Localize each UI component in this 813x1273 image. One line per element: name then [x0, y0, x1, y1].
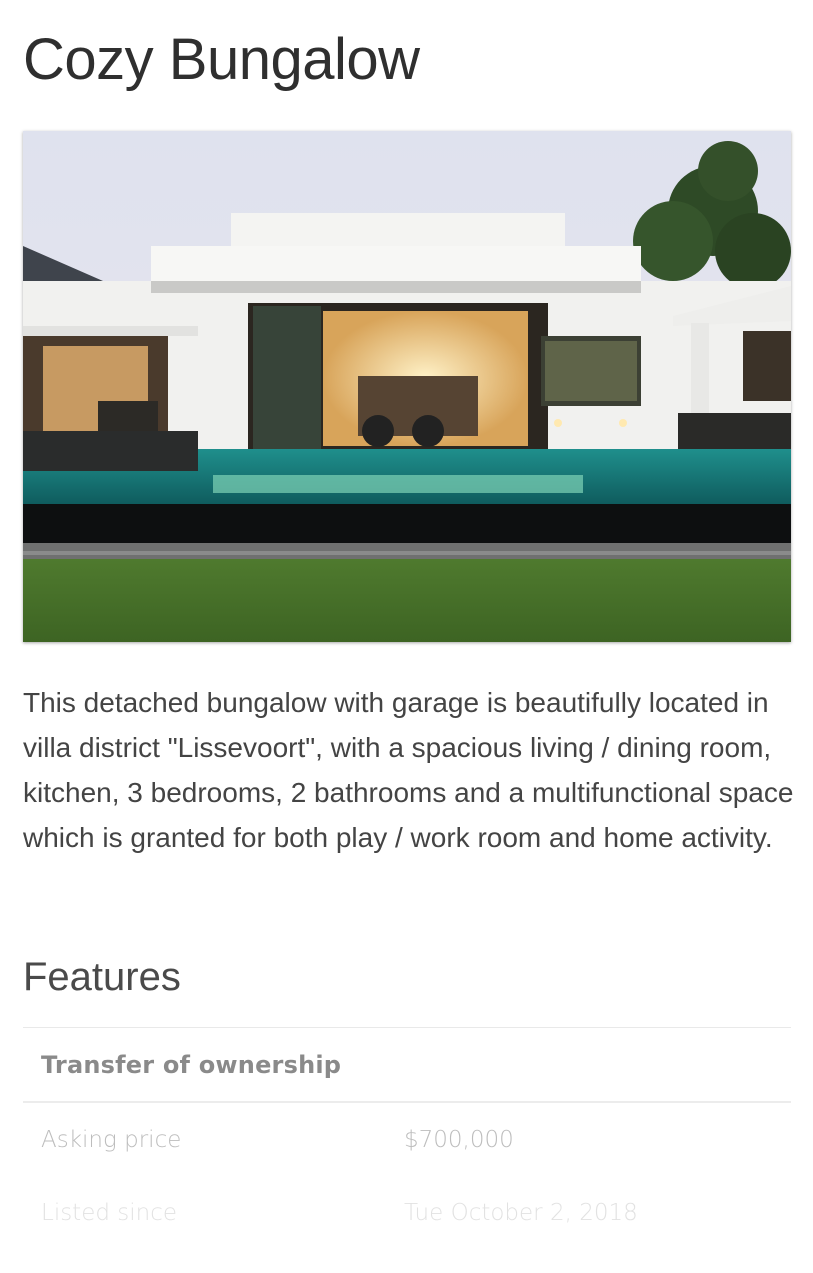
feature-row-listed-since: Listed since Tue October 2, 2018: [23, 1176, 791, 1249]
feature-label: Listed since: [41, 1199, 178, 1226]
features-group-header: Transfer of ownership: [23, 1028, 791, 1103]
feature-label: Asking price: [41, 1126, 182, 1153]
feature-row-asking-price: Asking price $700,000: [23, 1103, 791, 1176]
page-title: Cozy Bungalow: [23, 27, 420, 92]
features-heading: Features: [23, 955, 181, 999]
listing-photo[interactable]: [23, 131, 791, 642]
feature-value: $700,000: [404, 1126, 514, 1153]
listing-description: This detached bungalow with garage is be…: [23, 687, 794, 853]
features-table: Transfer of ownership Asking price $700,…: [23, 1027, 791, 1249]
feature-value: Tue October 2, 2018: [404, 1199, 638, 1226]
